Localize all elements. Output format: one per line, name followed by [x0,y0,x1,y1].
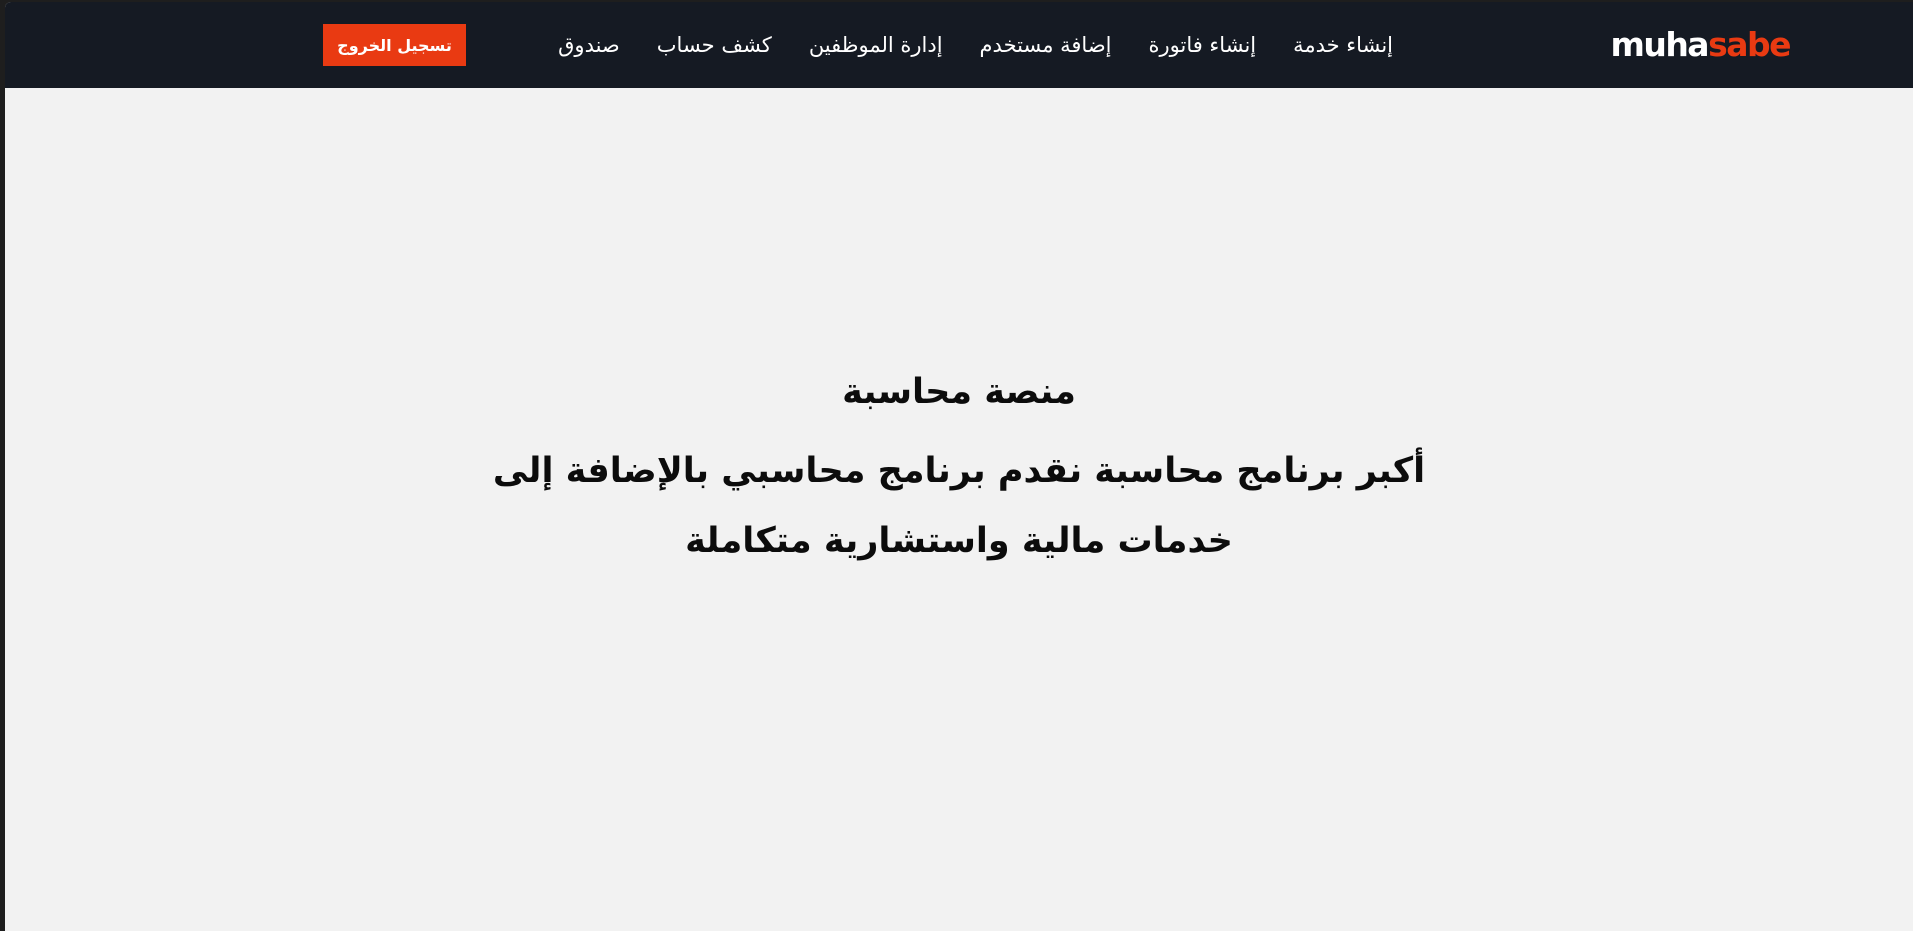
nav-create-service[interactable]: إنشاء خدمة [1293,33,1393,57]
app-window: muhasabe إنشاء خدمة إنشاء فاتورة إضافة م… [5,2,1913,931]
hero-title: منصة محاسبة [842,372,1076,412]
brand-logo-part2: sabe [1708,25,1791,64]
top-navbar: muhasabe إنشاء خدمة إنشاء فاتورة إضافة م… [5,2,1913,88]
nav-cash-box[interactable]: صندوق [558,33,620,57]
nav-manage-employees[interactable]: إدارة الموظفين [809,33,943,57]
brand-logo-part1: muha [1610,25,1709,64]
hero-subtitle: أكبر برنامج محاسبة نقدم برنامج محاسبي با… [492,451,1426,561]
nav-create-invoice[interactable]: إنشاء فاتورة [1148,33,1256,57]
brand-logo[interactable]: muhasabe [1610,24,1791,66]
logout-button[interactable]: تسجيل الخروج [323,24,466,66]
nav-add-user[interactable]: إضافة مستخدم [980,33,1112,57]
hero-section: منصة محاسبة أكبر برنامج محاسبة نقدم برنا… [5,362,1913,576]
nav-account-statement[interactable]: كشف حساب [657,33,772,57]
main-nav: إنشاء خدمة إنشاء فاتورة إضافة مستخدم إدا… [558,24,1393,66]
